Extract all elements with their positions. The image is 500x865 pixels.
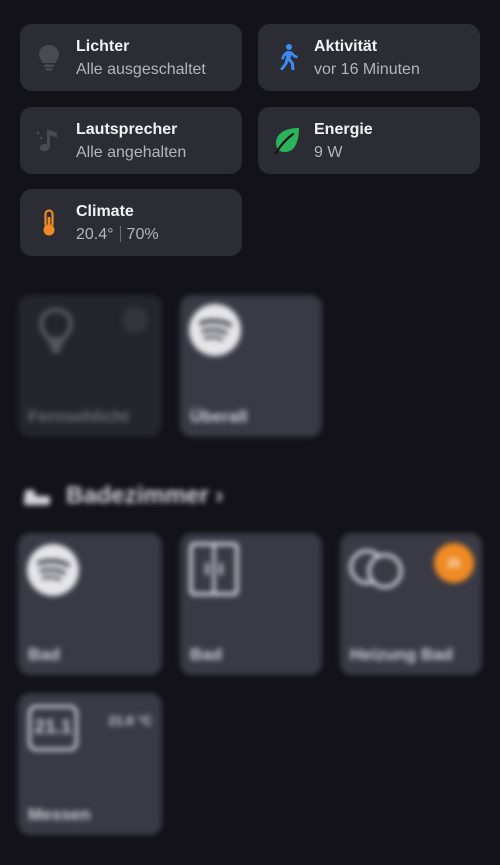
tile-label: Bad (190, 645, 223, 664)
energy-subtitle: 9 W (314, 144, 343, 161)
room-tile-cover-bad[interactable]: Bad (180, 533, 322, 675)
tile-label: Überall (190, 407, 248, 426)
temperature-badge: 21 (434, 543, 474, 583)
favorite-tile-fernsehlicht[interactable]: Fernsehlicht (18, 295, 162, 437)
activity-title: Aktivität (314, 38, 378, 55)
tile-label: Heizung Bad (350, 645, 453, 664)
cover-icon (189, 542, 239, 596)
lightbulb-icon (39, 45, 59, 71)
tile-label: Fernsehlicht (28, 407, 130, 426)
speakers-title: Lautsprecher (76, 121, 178, 138)
lights-summary-card[interactable]: Lichter Alle ausgeschaltet (20, 24, 242, 91)
lights-subtitle: Alle ausgeschaltet (76, 61, 206, 78)
thermometer-icon (43, 209, 55, 236)
sofa-icon (24, 490, 50, 505)
room-tile-heizung-bad[interactable]: 21 Heizung Bad (340, 533, 482, 675)
activity-summary-card[interactable]: Aktivität vor 16 Minuten (258, 24, 480, 91)
leaf-icon (274, 128, 299, 155)
climate-humidity: 70% (126, 226, 159, 243)
room-tile-spotify-bad[interactable]: Bad (18, 533, 162, 675)
measurement-value: 21.6 °C (108, 713, 152, 728)
spotify-icon (27, 544, 79, 596)
activity-subtitle: vor 16 Minuten (314, 61, 420, 78)
lightbulb-icon (39, 308, 73, 352)
lights-title: Lichter (76, 38, 130, 55)
climate-title: Climate (76, 203, 134, 220)
climate-separator (119, 226, 121, 242)
climate-temperature: 20.4° (76, 226, 114, 243)
tile-label: Messen (28, 805, 91, 824)
walking-person-icon (280, 44, 298, 71)
favorite-tile-ueberall[interactable]: Überall (180, 295, 322, 437)
toggle-icon (349, 549, 403, 589)
climate-summary-card[interactable]: Climate 20.4° 70% (20, 189, 242, 256)
spotify-icon (189, 304, 241, 356)
music-note-icon (36, 129, 57, 152)
room-tile-messen[interactable]: 21.1 21.6 °C Messen (18, 693, 162, 835)
chevron-right-icon: › (215, 482, 224, 509)
energy-summary-card[interactable]: Energie 9 W (258, 107, 480, 174)
speakers-summary-card[interactable]: Lautsprecher Alle angehalten (20, 107, 242, 174)
energy-title: Energie (314, 121, 373, 138)
display-icon: 21.1 (28, 705, 78, 751)
room-name: Badezimmer › (66, 482, 224, 509)
speakers-subtitle: Alle angehalten (76, 144, 187, 161)
state-indicator (122, 307, 148, 333)
tile-label: Bad (28, 645, 61, 664)
climate-subtitle: 20.4° 70% (76, 226, 159, 244)
